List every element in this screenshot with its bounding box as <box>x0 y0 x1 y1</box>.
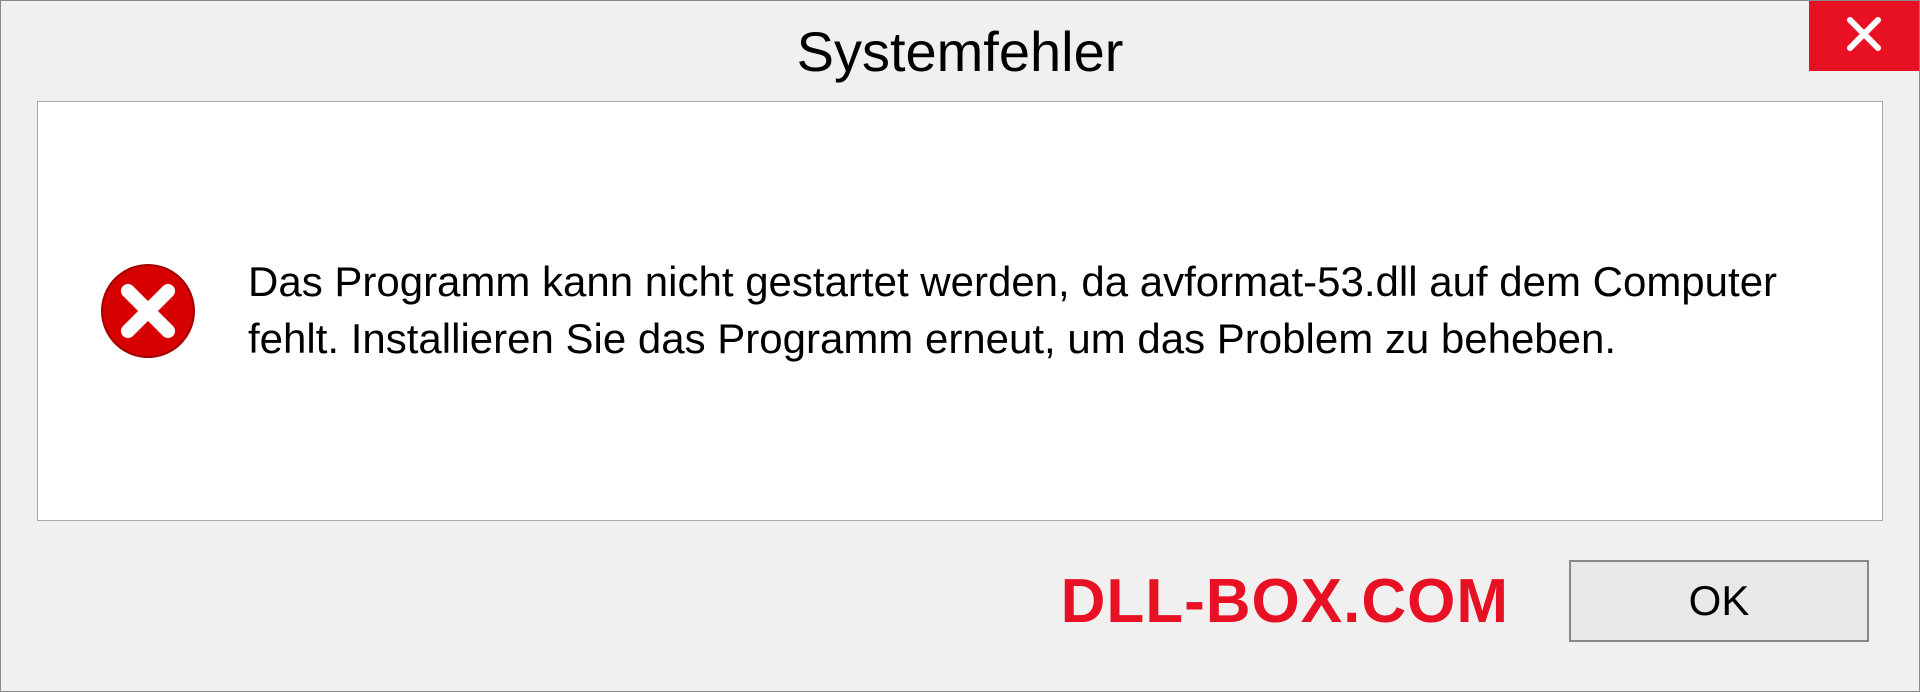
close-button[interactable] <box>1809 1 1919 71</box>
content-panel: Das Programm kann nicht gestartet werden… <box>37 101 1883 521</box>
ok-button[interactable]: OK <box>1569 560 1869 642</box>
error-icon <box>98 261 198 361</box>
dialog-title: Systemfehler <box>797 19 1124 84</box>
error-dialog: Systemfehler Das Programm kann nicht ges… <box>0 0 1920 692</box>
dialog-footer: DLL-BOX.COM OK <box>1 541 1919 691</box>
titlebar: Systemfehler <box>1 1 1919 101</box>
close-icon <box>1844 14 1884 59</box>
watermark-text: DLL-BOX.COM <box>1061 566 1509 637</box>
error-message: Das Programm kann nicht gestartet werden… <box>248 254 1798 367</box>
